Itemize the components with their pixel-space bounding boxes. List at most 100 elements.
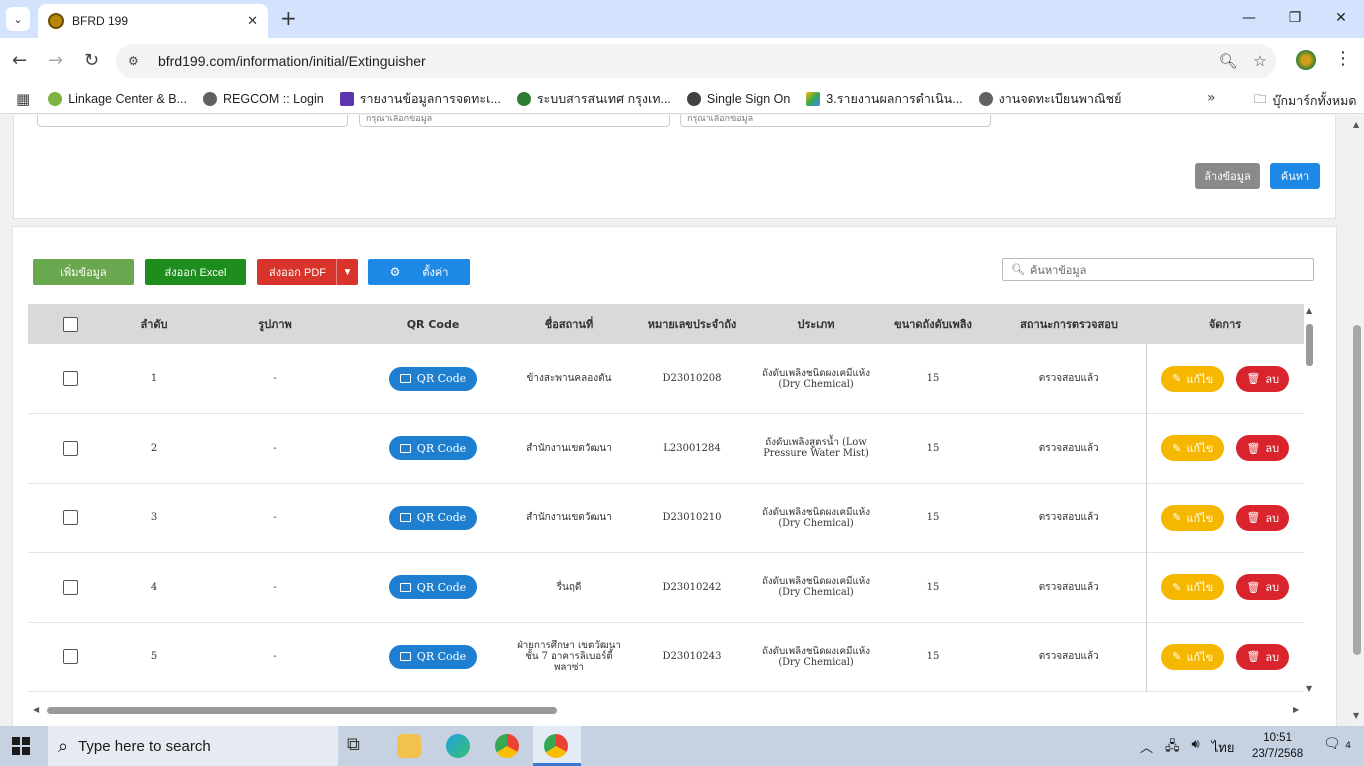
volume-icon[interactable]: 🔊︎	[1192, 737, 1200, 759]
qr-code-button[interactable]: QR Code	[388, 505, 478, 530]
pencil-icon: ✎	[1172, 580, 1182, 594]
edit-button[interactable]: ✎ แก้ไข	[1161, 435, 1225, 462]
bookmark-item[interactable]: REGCOM :: Login	[203, 91, 324, 106]
chevron-down-icon[interactable]: ▼	[336, 259, 358, 285]
more-bookmarks-icon[interactable]: »	[1207, 90, 1216, 106]
export-pdf-button[interactable]: ส่งออก PDF ▼	[257, 259, 358, 285]
chevron-up-icon[interactable]: ︿	[1140, 737, 1153, 759]
input-language[interactable]: ไทย	[1212, 737, 1235, 759]
scroll-left-arrow-icon[interactable]: ◀	[33, 705, 39, 714]
bookmark-item[interactable]: รายงานข้อมูลการจดทะเ...	[339, 89, 501, 109]
column-header[interactable]: สถานะการตรวจสอบ	[992, 304, 1146, 344]
row-checkbox[interactable]	[62, 440, 78, 456]
row-checkbox[interactable]	[62, 371, 78, 386]
qr-code-button[interactable]: QR Code	[388, 366, 478, 391]
url-text[interactable]: bfrd199.com/information/initial/Extingui…	[158, 53, 1212, 69]
bookmark-item[interactable]: ระบบสารสนเทศ กรุงเท...	[516, 89, 671, 109]
column-header[interactable]: ขนาดถังดับเพลิง	[874, 304, 992, 344]
delete-button[interactable]: 🗑︎ ลบ	[1236, 435, 1290, 462]
close-window-button[interactable]: ✕	[1318, 0, 1364, 36]
edge-browser-icon[interactable]	[446, 734, 470, 758]
windows-start-icon[interactable]	[12, 737, 30, 755]
minimize-button[interactable]: —	[1226, 0, 1272, 36]
delete-button[interactable]: 🗑︎ ลบ	[1236, 574, 1290, 601]
column-header[interactable]: ชื่อสถานที่	[512, 304, 626, 344]
column-header[interactable]: ประเภท	[758, 304, 874, 344]
close-tab-icon[interactable]: ✕	[247, 14, 258, 29]
tab-search-button[interactable]: ⌄	[6, 7, 30, 31]
scroll-right-arrow-icon[interactable]: ▶	[1293, 705, 1299, 714]
restore-button[interactable]: ❐	[1272, 0, 1318, 36]
scroll-up-arrow-icon[interactable]: ▲	[1306, 306, 1312, 315]
file-explorer-icon[interactable]	[397, 734, 421, 758]
table-horizontal-scrollbar[interactable]: ◀ ▶	[33, 704, 1305, 716]
cell-qr: QR Code	[354, 414, 512, 484]
search-button[interactable]: ค้นหา	[1270, 163, 1320, 189]
edit-button[interactable]: ✎ แก้ไข	[1161, 504, 1225, 531]
all-bookmarks-folder[interactable]: 🗀 บุ๊กมาร์กทั้งหมด	[1254, 90, 1357, 111]
chrome-icon[interactable]	[495, 734, 519, 758]
delete-button[interactable]: 🗑︎ ลบ	[1236, 365, 1290, 392]
bookmark-item[interactable]: งานจดทะเบียนพาณิชย์	[978, 89, 1121, 109]
gear-icon: ⚙	[389, 265, 401, 279]
export-excel-button[interactable]: ส่งออก Excel	[145, 259, 246, 285]
settings-button[interactable]: ⚙ ตั้งค่า	[368, 259, 470, 285]
browser-tab[interactable]: BFRD 199 ✕	[38, 4, 268, 38]
table-search-input[interactable]: 🔍︎ ค้นหาข้อมูล	[1002, 258, 1314, 281]
back-button[interactable]: ←	[12, 50, 27, 71]
table-vertical-scrollbar[interactable]: ▲ ▼	[1305, 304, 1315, 694]
filter-input-1[interactable]	[37, 115, 348, 127]
zoom-icon[interactable]: 🔍︎	[1212, 52, 1244, 70]
chrome-active-window[interactable]	[533, 726, 581, 766]
delete-button[interactable]: 🗑︎ ลบ	[1236, 504, 1290, 531]
bookmark-favicon-icon	[339, 91, 354, 106]
table-vertical-scroll-thumb[interactable]	[1306, 324, 1313, 366]
table-row: 2 - QR Code สำนักงานเขตวัฒนา L23001284 ถ…	[28, 413, 1304, 484]
row-checkbox[interactable]	[62, 510, 78, 526]
add-data-button[interactable]: เพิ่มข้อมูล	[33, 259, 134, 285]
page-scroll-thumb[interactable]	[1353, 325, 1361, 655]
edit-button[interactable]: ✎ แก้ไข	[1161, 643, 1225, 670]
network-icon[interactable]: 🖧	[1165, 737, 1180, 759]
column-header[interactable]: QR Code	[354, 304, 512, 344]
reload-button[interactable]: ↻	[84, 50, 99, 71]
column-header[interactable]: ลำดับ	[112, 304, 196, 344]
page-scroll-down-icon[interactable]: ▼	[1353, 711, 1359, 720]
bookmark-star-icon[interactable]: ☆	[1244, 52, 1276, 70]
scroll-down-arrow-icon[interactable]: ▼	[1306, 684, 1312, 693]
notification-center[interactable]: 🗨 4	[1323, 736, 1351, 752]
edit-button[interactable]: ✎ แก้ไข	[1161, 574, 1225, 601]
table-horizontal-scroll-thumb[interactable]	[47, 707, 557, 714]
taskbar-search-box[interactable]: ⌕ Type here to search	[48, 726, 338, 766]
qr-code-button[interactable]: QR Code	[388, 644, 478, 669]
page-scroll-up-icon[interactable]: ▲	[1353, 120, 1359, 129]
bookmark-item[interactable]: 3.รายงานผลการดำเนิน...	[806, 89, 963, 109]
row-checkbox-cell	[28, 344, 112, 414]
apps-grid-icon[interactable]: ▦	[16, 90, 30, 108]
qr-code-button[interactable]: QR Code	[388, 575, 478, 600]
bookmark-item[interactable]: Linkage Center & B...	[48, 91, 187, 106]
filter-select-3[interactable]: กรุณาเลือกข้อมูล	[680, 115, 991, 127]
profile-avatar[interactable]	[1296, 50, 1316, 70]
edit-button[interactable]: ✎ แก้ไข	[1161, 365, 1225, 392]
column-header[interactable]: รูปภาพ	[196, 304, 354, 344]
select-all-checkbox[interactable]	[62, 316, 78, 332]
clear-button[interactable]: ล้างข้อมูล	[1195, 163, 1260, 189]
bookmark-item[interactable]: Single Sign On	[686, 91, 790, 106]
forward-button[interactable]: →	[48, 50, 63, 71]
column-header[interactable]: หมายเลขประจำถัง	[626, 304, 758, 344]
page-scrollbar[interactable]: ▲ ▼	[1350, 115, 1364, 726]
browser-menu-icon[interactable]: ⋮	[1334, 48, 1352, 69]
taskbar-clock[interactable]: 10:51 23/7/2568	[1252, 730, 1303, 762]
row-checkbox[interactable]	[62, 579, 78, 595]
site-info-icon[interactable]: ⚙	[128, 54, 144, 68]
qr-code-button[interactable]: QR Code	[388, 436, 478, 461]
new-tab-button[interactable]: +	[280, 8, 297, 28]
row-checkbox[interactable]	[62, 649, 78, 665]
delete-button[interactable]: 🗑︎ ลบ	[1236, 643, 1290, 670]
bookmark-favicon-icon	[203, 91, 218, 106]
filter-select-2[interactable]: กรุณาเลือกข้อมูล	[359, 115, 670, 127]
task-view-icon[interactable]: ⧉	[347, 734, 371, 758]
cell-qr: QR Code	[354, 344, 512, 414]
address-bar[interactable]: ⚙ bfrd199.com/information/initial/Exting…	[116, 44, 1276, 78]
